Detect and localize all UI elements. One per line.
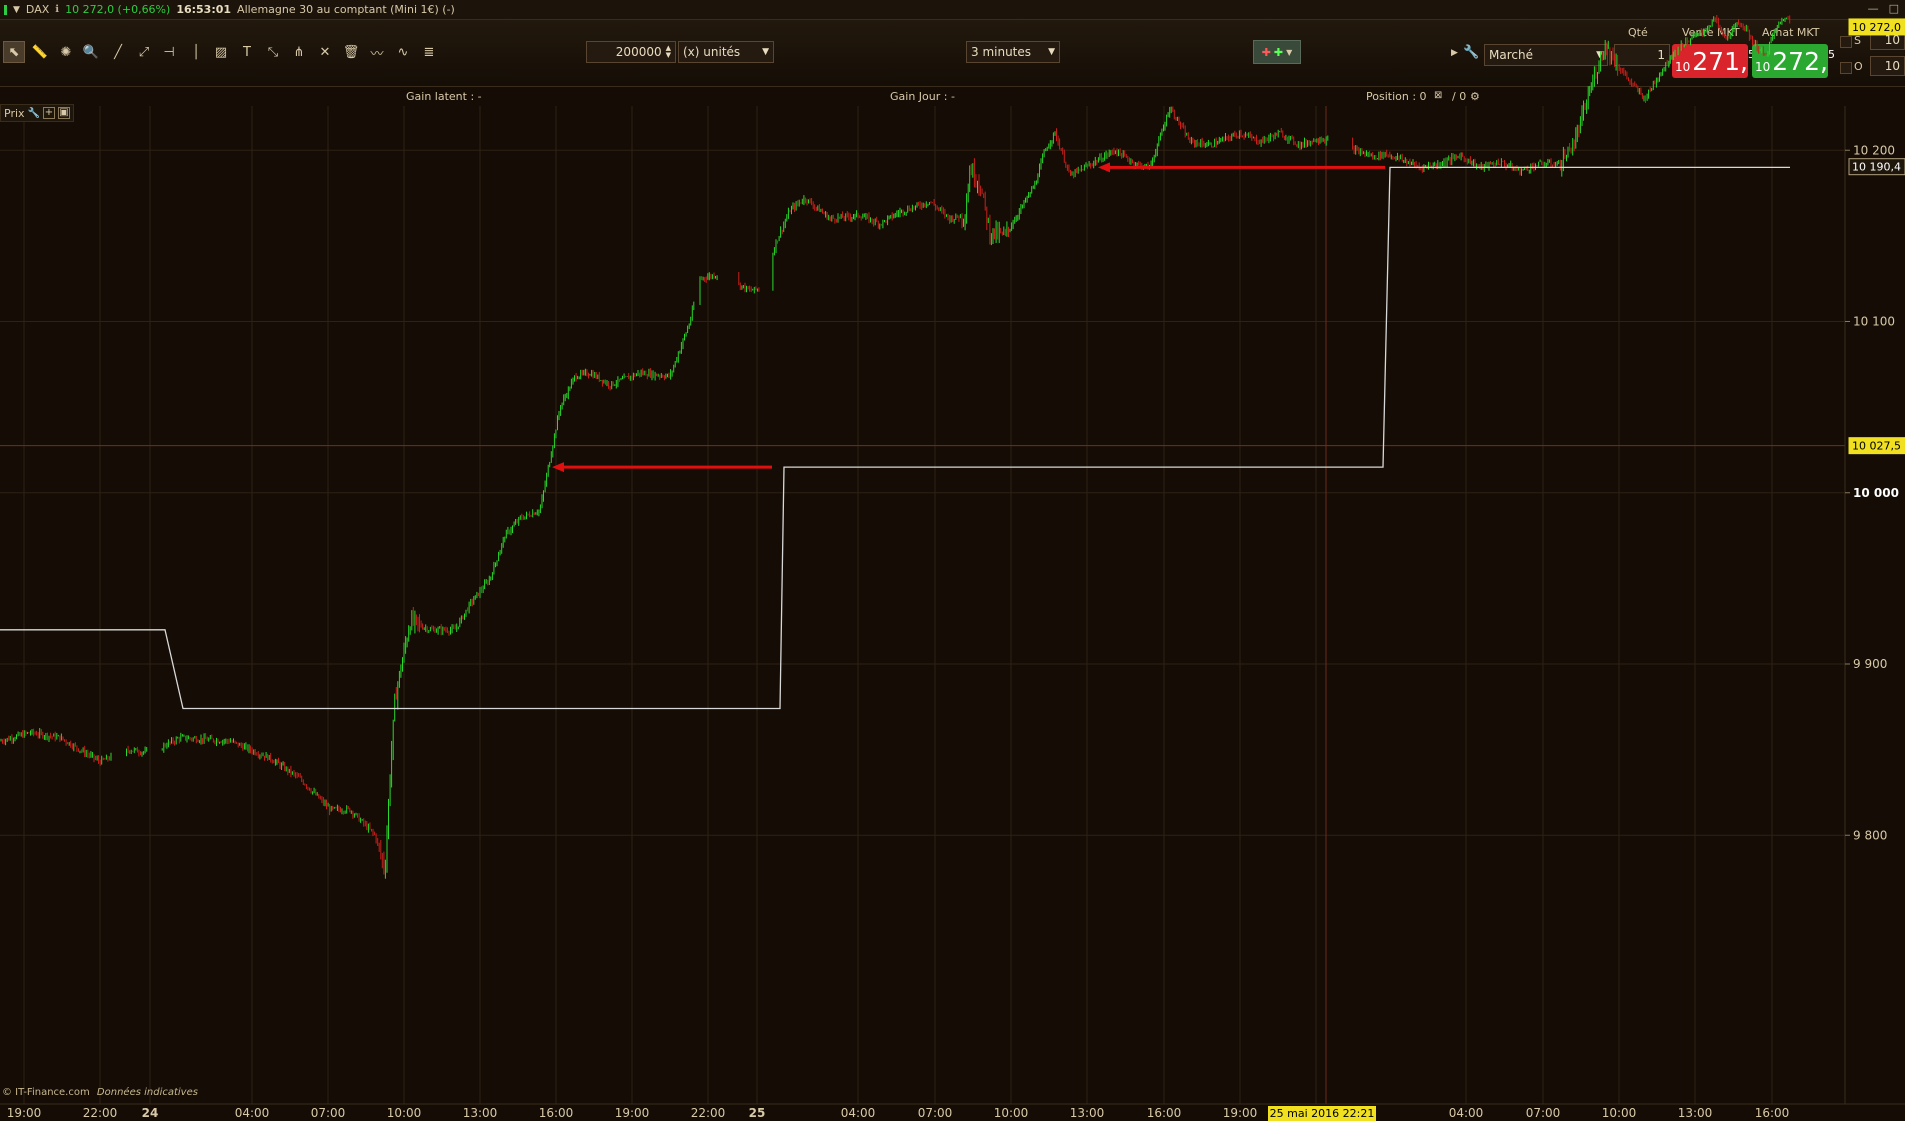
- x-tick-label: 22:00: [691, 1106, 726, 1120]
- x-tick-label: 13:00: [1070, 1106, 1105, 1120]
- x-tick-label: 16:00: [1755, 1106, 1790, 1120]
- pane-maximize-icon[interactable]: ▣: [57, 107, 70, 119]
- x-tick-label: 10:00: [387, 1106, 422, 1120]
- y-tick-label: 9 900: [1853, 657, 1887, 671]
- pane-header: Prix 🔧 + ▣: [0, 104, 74, 122]
- y-tick-label: 9 800: [1853, 828, 1887, 842]
- x-tick-label: 04:00: [841, 1106, 876, 1120]
- y-tick-label: 10 000: [1853, 486, 1899, 500]
- x-tick-label: 24: [142, 1106, 159, 1120]
- x-tick-label: 22:00: [83, 1106, 118, 1120]
- x-tick-label: 07:00: [311, 1106, 346, 1120]
- x-tick-label: 25: [749, 1106, 766, 1120]
- x-tick-label: 13:00: [1678, 1106, 1713, 1120]
- footer: © IT-Finance.com Données indicatives: [2, 1087, 198, 1098]
- x-tick-label: 10:00: [1602, 1106, 1637, 1120]
- x-tick-label: 19:00: [7, 1106, 42, 1120]
- price-label: 10 027,5: [1852, 440, 1901, 453]
- x-tick-label: 07:00: [1526, 1106, 1561, 1120]
- pane-label: Prix: [4, 106, 25, 120]
- x-tick-label: 10:00: [994, 1106, 1029, 1120]
- source-note: Données indicatives: [96, 1087, 198, 1098]
- plot-area: [0, 106, 1845, 1104]
- pane-add-icon[interactable]: +: [42, 107, 55, 119]
- x-tick-label: 16:00: [539, 1106, 574, 1120]
- x-tick-label: 13:00: [463, 1106, 498, 1120]
- x-tick-label: 16:00: [1147, 1106, 1182, 1120]
- x-tick-label: 19:00: [1223, 1106, 1258, 1120]
- x-tick-label: 07:00: [918, 1106, 953, 1120]
- crosshair-label: 25 mai 2016 22:21: [1270, 1107, 1375, 1120]
- y-tick-label: 10 100: [1853, 315, 1895, 329]
- pane-settings-icon[interactable]: 🔧: [28, 108, 40, 119]
- x-tick-label: 04:00: [235, 1106, 270, 1120]
- x-tick-label: 04:00: [1449, 1106, 1484, 1120]
- price-label: 10 190,4: [1852, 161, 1901, 174]
- price-chart[interactable]: 9 8009 90010 00010 10010 20010 30010 272…: [0, 0, 1905, 1121]
- price-label: 10 272,0: [1852, 21, 1901, 34]
- x-tick-label: 19:00: [615, 1106, 650, 1120]
- source-label: © IT-Finance.com: [2, 1087, 90, 1098]
- y-tick-label: 10 200: [1853, 143, 1895, 157]
- y-axis: [1845, 106, 1905, 1104]
